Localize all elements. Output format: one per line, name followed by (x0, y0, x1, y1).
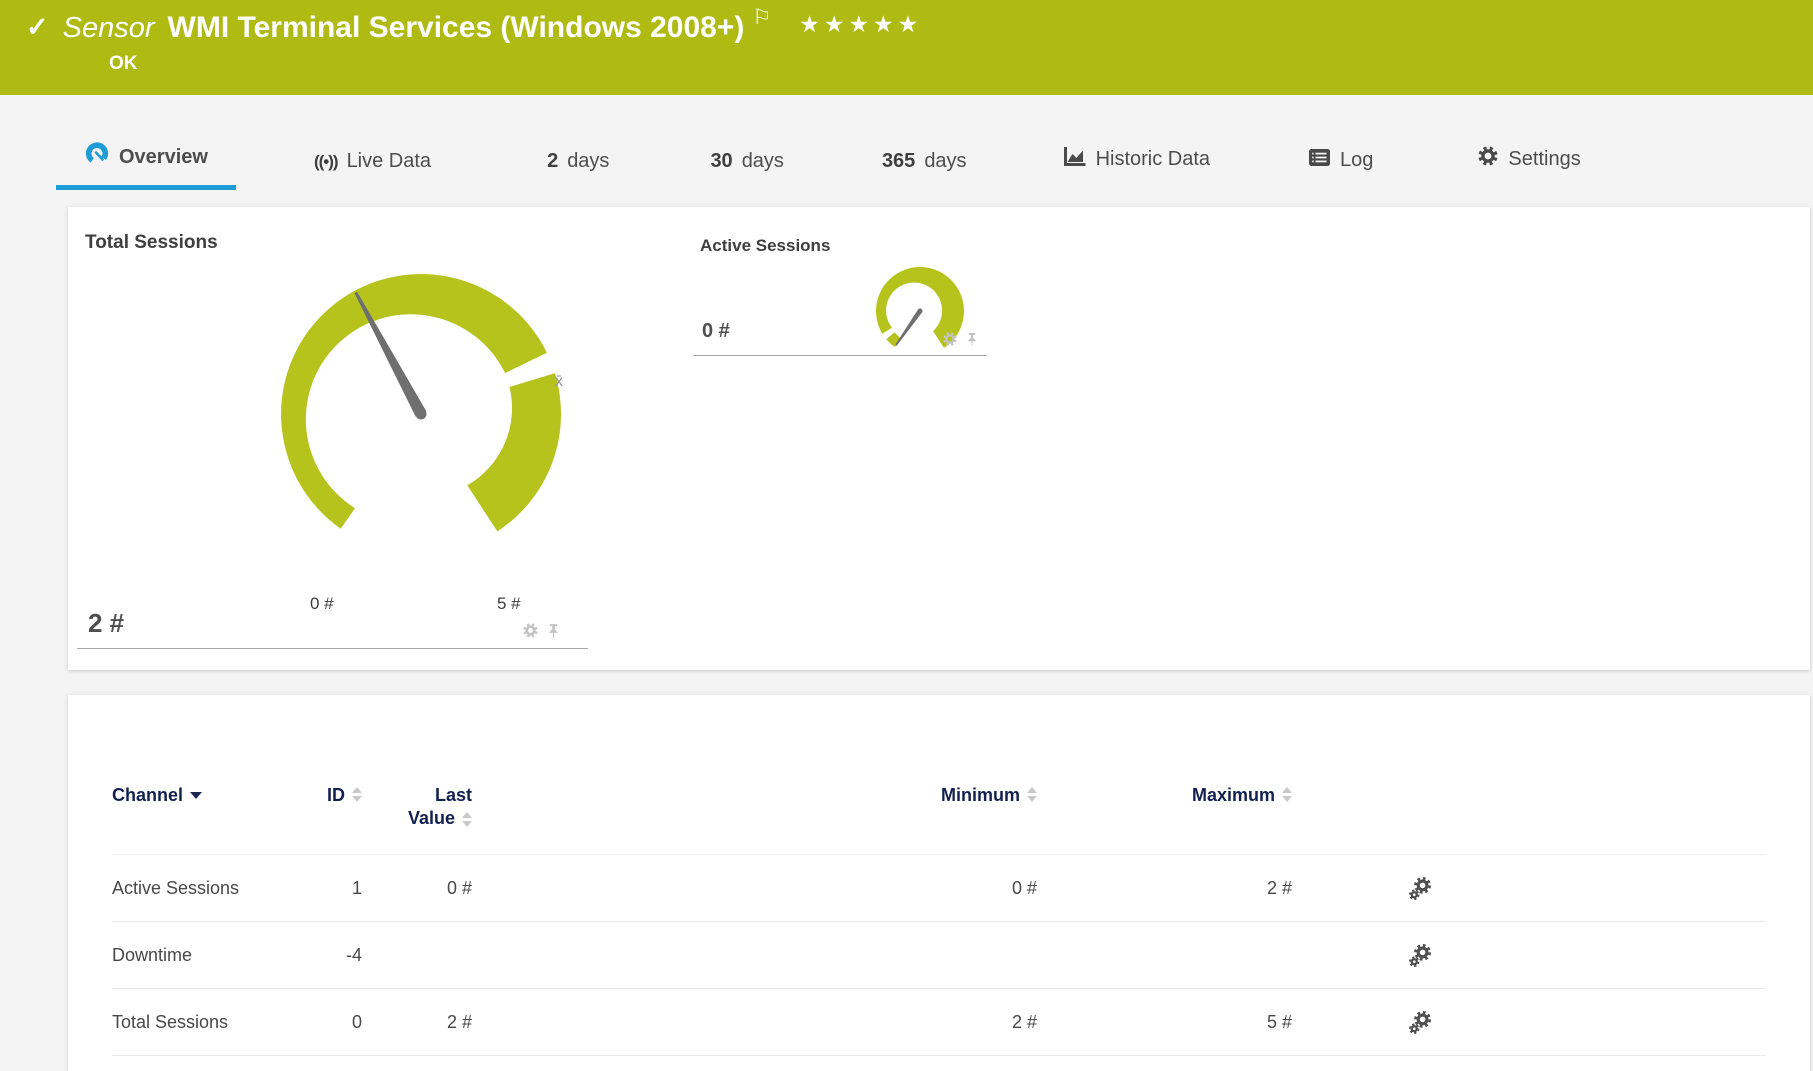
active-sessions-module-actions (942, 331, 979, 347)
tab-30-days[interactable]: 30 days (682, 150, 812, 190)
flag-icon[interactable]: ⚐ (752, 7, 771, 29)
priority-stars[interactable]: ★★★★★ (799, 11, 922, 38)
table-row-total-sessions[interactable]: Total Sessions 0 2 # 2 # 5 # (112, 989, 1766, 1056)
sort-carets-icon (462, 812, 472, 827)
tab-label: days (741, 150, 784, 172)
cell-last: 0 # (446, 877, 472, 898)
tab-label: Settings (1508, 147, 1581, 170)
channel-settings-gears-icon[interactable] (1408, 876, 1437, 901)
column-label: Last (434, 785, 472, 805)
cell-channel: Active Sessions (112, 877, 240, 898)
total-sessions-gauge (281, 274, 562, 532)
gear-icon[interactable] (942, 331, 958, 347)
gear-icon (1477, 145, 1499, 173)
tab-historic-data[interactable]: Historic Data (1035, 145, 1238, 190)
tab-label-number: 2 (547, 150, 559, 172)
gear-icon[interactable] (522, 622, 539, 639)
channel-table-header: Channel ID Last Value Minimum Maximum (112, 765, 1766, 855)
column-label: ID (327, 785, 345, 805)
tab-label: Historic Data (1095, 147, 1211, 170)
gauge-title-total-sessions: Total Sessions (85, 232, 218, 253)
tab-live-data[interactable]: ((•)) Live Data (286, 150, 459, 190)
sensor-page: ✓ Sensor WMI Terminal Services (Windows … (0, 0, 1813, 1071)
tab-settings[interactable]: Settings (1449, 145, 1608, 190)
cell-id: -4 (345, 944, 362, 965)
tab-2-days[interactable]: 2 days (519, 150, 637, 190)
gauge-min-label: 0 # (310, 594, 334, 613)
sensor-title-row: ✓ Sensor WMI Terminal Services (Windows … (26, 7, 922, 47)
tab-label: days (924, 150, 967, 172)
column-label: Value (407, 808, 455, 828)
tab-log[interactable]: Log (1280, 148, 1401, 190)
sort-desc-icon (190, 792, 203, 799)
column-label: Minimum (941, 785, 1020, 805)
sort-carets-icon (1027, 787, 1037, 802)
module-divider (77, 648, 588, 649)
tab-label: Overview (119, 145, 208, 168)
status-ok-check-icon: ✓ (26, 12, 49, 42)
channel-settings-gears-icon[interactable] (1408, 1010, 1437, 1035)
gauge-average-marker: x̄ (555, 373, 563, 390)
total-sessions-module-actions (522, 622, 561, 639)
cell-channel: Downtime (112, 944, 193, 965)
channel-settings-gears-icon[interactable] (1408, 943, 1437, 968)
log-icon (1308, 148, 1331, 173)
cell-id: 0 (351, 1011, 362, 1032)
column-header-channel[interactable]: Channel (112, 785, 312, 829)
cell-last: 2 # (446, 1011, 472, 1032)
tab-overview[interactable]: Overview (56, 141, 236, 190)
tab-365-days[interactable]: 365 days (854, 150, 995, 190)
cell-channel: Total Sessions (112, 1011, 229, 1032)
total-sessions-value: 2 # (88, 608, 125, 638)
cell-max: 2 # (1266, 877, 1292, 898)
active-sessions-value: 0 # (702, 320, 730, 342)
tab-label: Log (1340, 149, 1374, 171)
module-divider (693, 355, 987, 356)
channels-panel: Channel ID Last Value Minimum Maximum Ac… (68, 695, 1810, 1071)
gauge-icon (84, 141, 110, 173)
gauge-title-active-sessions: Active Sessions (700, 236, 831, 255)
table-row-active-sessions[interactable]: Active Sessions 1 0 # 0 # 2 # (112, 855, 1766, 922)
sort-carets-icon (352, 787, 362, 802)
table-row-downtime[interactable]: Downtime -4 (112, 922, 1766, 989)
column-header-maximum[interactable]: Maximum (1037, 785, 1292, 829)
cell-min: 2 # (1011, 1011, 1037, 1032)
sensor-header: ✓ Sensor WMI Terminal Services (Windows … (0, 0, 1813, 95)
tab-label: days (567, 150, 610, 172)
gauges-panel: Total Sessions x̄ 2 # 0 # 5 # Active Ses… (68, 207, 1810, 670)
column-label: Maximum (1191, 785, 1275, 805)
column-header-last-value[interactable]: Last Value (362, 785, 472, 829)
cell-min: 0 # (1011, 877, 1037, 898)
tab-bar: Overview ((•)) Live Data 2 days 30 days … (0, 136, 1609, 190)
column-label: Channel (112, 785, 184, 805)
object-type-label: Sensor (62, 12, 155, 44)
sort-carets-icon (1282, 787, 1292, 802)
pin-icon[interactable] (546, 623, 561, 639)
pin-icon[interactable] (965, 332, 979, 347)
page-title: WMI Terminal Services (Windows 2008+) (167, 11, 745, 44)
historic-data-icon (1063, 145, 1087, 173)
cell-id: 1 (351, 877, 362, 898)
gauge-needle (895, 309, 923, 346)
channel-table: Channel ID Last Value Minimum Maximum Ac… (112, 765, 1766, 1056)
column-header-minimum[interactable]: Minimum (472, 785, 1037, 829)
live-data-icon: ((•)) (313, 151, 339, 171)
cell-max: 5 # (1266, 1011, 1292, 1032)
tab-label: Live Data (346, 150, 432, 172)
tab-label-number: 30 (710, 150, 733, 172)
tab-label-number: 365 (881, 150, 916, 172)
status-badge: OK (109, 53, 138, 74)
column-header-id[interactable]: ID (312, 785, 362, 829)
gauge-max-label: 5 # (497, 594, 521, 613)
